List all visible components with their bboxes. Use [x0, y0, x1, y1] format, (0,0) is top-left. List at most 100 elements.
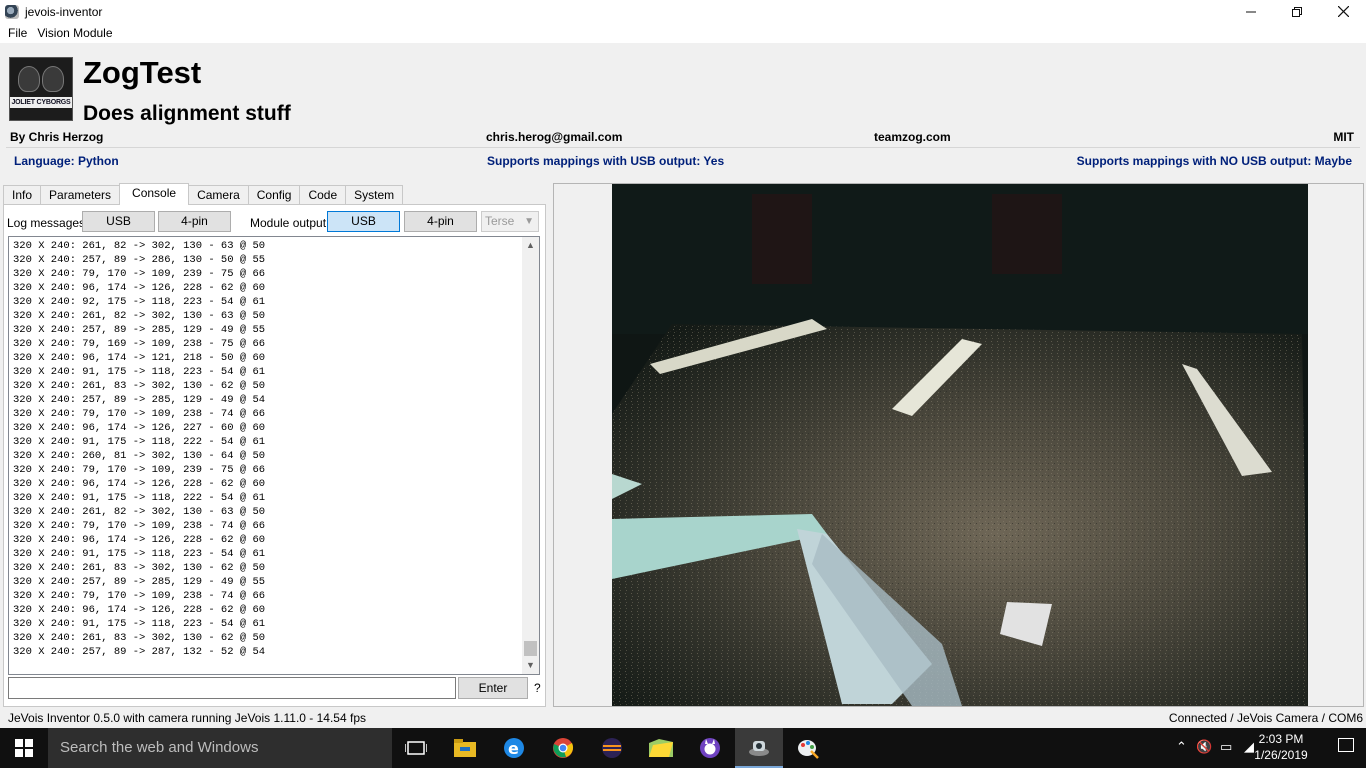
- log-line: 320 X 240: 79, 170 -> 109, 238 - 74 @ 66: [13, 408, 266, 420]
- menu-file[interactable]: File: [3, 26, 32, 40]
- log-line: 320 X 240: 261, 83 -> 302, 130 - 62 @ 50: [13, 562, 266, 574]
- log-line: 320 X 240: 96, 174 -> 126, 227 - 60 @ 60: [13, 422, 266, 434]
- search-box[interactable]: Search the web and Windows: [48, 728, 392, 768]
- tab-bar: Info Parameters Console Camera Config Co…: [3, 183, 404, 205]
- restore-button[interactable]: [1274, 0, 1320, 23]
- module-name: ZogTest: [83, 55, 202, 90]
- nousb-mappings-support: Supports mappings with NO USB output: Ma…: [1076, 154, 1352, 168]
- usb-mappings-support: Supports mappings with USB output: Yes: [487, 154, 725, 168]
- log-lines: 320 X 240: 261, 82 -> 302, 130 - 63 @ 50…: [13, 239, 521, 659]
- log-messages-label: Log messages:: [7, 216, 89, 230]
- close-icon: [1337, 6, 1349, 17]
- battery-icon[interactable]: ▭: [1220, 739, 1232, 755]
- tab-system[interactable]: System: [345, 185, 404, 205]
- log-line: 320 X 240: 96, 174 -> 126, 228 - 62 @ 60: [13, 282, 266, 294]
- github-desktop-icon[interactable]: [686, 728, 734, 768]
- log-line: 320 X 240: 79, 170 -> 109, 239 - 75 @ 66: [13, 464, 266, 476]
- module-logo: JOLIET CYBORGS: [9, 57, 73, 121]
- log-line: 320 X 240: 96, 174 -> 121, 218 - 50 @ 60: [13, 352, 266, 364]
- connection-status: Connected / JeVois Camera / COM6: [1168, 711, 1363, 725]
- module-author: By Chris Herzog: [10, 130, 104, 144]
- volume-muted-icon[interactable]: 🔇: [1196, 739, 1212, 755]
- log-usb-button[interactable]: USB: [82, 211, 155, 232]
- output-usb-button[interactable]: USB: [327, 211, 400, 232]
- clock-date: 1/26/2019: [1254, 748, 1308, 762]
- start-button[interactable]: [0, 728, 48, 768]
- camera-video[interactable]: [612, 184, 1308, 706]
- logo-text: JOLIET CYBORGS: [10, 97, 72, 108]
- enter-button[interactable]: Enter: [458, 677, 528, 699]
- module-header: JOLIET CYBORGS ZogTest Does alignment st…: [0, 43, 1366, 127]
- video-panel: [553, 183, 1364, 707]
- divider: [6, 147, 1360, 148]
- minimize-button[interactable]: [1228, 0, 1274, 23]
- notification-icon[interactable]: [1338, 738, 1354, 752]
- log-line: 320 X 240: 91, 175 -> 118, 223 - 54 @ 61: [13, 366, 266, 378]
- scroll-thumb[interactable]: [524, 641, 537, 656]
- tab-code[interactable]: Code: [299, 185, 347, 205]
- jevois-inventor-icon[interactable]: [735, 728, 783, 768]
- svg-text:e: e: [508, 739, 519, 758]
- module-support-row: Language: Python Supports mappings with …: [0, 152, 1366, 170]
- log-line: 320 X 240: 79, 169 -> 109, 238 - 75 @ 66: [13, 338, 266, 350]
- log-line: 320 X 240: 260, 81 -> 302, 130 - 64 @ 50: [13, 450, 266, 462]
- console-log[interactable]: 320 X 240: 261, 82 -> 302, 130 - 63 @ 50…: [8, 236, 540, 675]
- window-title: jevois-inventor: [25, 4, 103, 19]
- tab-info[interactable]: Info: [3, 185, 42, 205]
- system-tray: ⌃ 🔇 ▭ ◢ 2:03 PM 1/26/2019: [1146, 728, 1366, 768]
- task-view-icon[interactable]: [392, 728, 440, 768]
- jevois-app-icon: [5, 4, 19, 19]
- close-button[interactable]: [1320, 0, 1366, 23]
- log-line: 320 X 240: 91, 175 -> 118, 223 - 54 @ 61: [13, 618, 266, 630]
- module-website: teamzog.com: [874, 130, 951, 144]
- taskbar: Search the web and Windows e ⌃ 🔇 ▭ ◢ 2:0…: [0, 728, 1366, 768]
- log-line: 320 X 240: 96, 174 -> 126, 228 - 62 @ 60: [13, 534, 266, 546]
- module-email: chris.herog@gmail.com: [486, 130, 623, 144]
- tab-config[interactable]: Config: [247, 185, 301, 205]
- eclipse-icon[interactable]: [588, 728, 636, 768]
- log-line: 320 X 240: 96, 174 -> 126, 228 - 62 @ 60: [13, 604, 266, 616]
- log-line: 320 X 240: 92, 175 -> 118, 223 - 54 @ 61: [13, 296, 266, 308]
- log-line: 320 X 240: 91, 175 -> 118, 222 - 54 @ 61: [13, 492, 266, 504]
- status-bar: JeVois Inventor 0.5.0 with camera runnin…: [0, 708, 1366, 728]
- log-line: 320 X 240: 257, 89 -> 285, 129 - 49 @ 54: [13, 394, 266, 406]
- help-icon[interactable]: ?: [534, 681, 541, 695]
- output-4pin-button[interactable]: 4-pin: [404, 211, 477, 232]
- module-description: Does alignment stuff: [83, 102, 291, 125]
- scroll-up-icon[interactable]: ▲: [522, 237, 539, 254]
- module-language: Language: Python: [14, 154, 119, 168]
- module-license: MIT: [1333, 130, 1354, 144]
- file-explorer-icon[interactable]: [441, 728, 489, 768]
- log-4pin-button[interactable]: 4-pin: [158, 211, 231, 232]
- tab-console[interactable]: Console: [119, 183, 190, 205]
- scroll-down-icon[interactable]: ▼: [522, 657, 539, 674]
- log-line: 320 X 240: 257, 89 -> 285, 129 - 49 @ 55: [13, 576, 266, 588]
- verbosity-select[interactable]: Terse ▼: [481, 211, 539, 232]
- window-controls: [1228, 0, 1366, 23]
- module-output-label: Module output:: [250, 216, 330, 230]
- log-line: 320 X 240: 261, 82 -> 302, 130 - 63 @ 50: [13, 506, 266, 518]
- tab-camera[interactable]: Camera: [188, 185, 249, 205]
- clock[interactable]: 2:03 PM 1/26/2019: [1246, 731, 1316, 763]
- log-line: 320 X 240: 261, 82 -> 302, 130 - 63 @ 50: [13, 240, 266, 252]
- folder-app-icon[interactable]: [637, 728, 685, 768]
- module-meta-row: By Chris Herzog chris.herog@gmail.com te…: [0, 128, 1366, 146]
- camera-frame-image: [612, 184, 1308, 706]
- log-line: 320 X 240: 79, 170 -> 109, 238 - 74 @ 66: [13, 520, 266, 532]
- command-input[interactable]: [8, 677, 456, 699]
- status-left: JeVois Inventor 0.5.0 with camera runnin…: [8, 711, 366, 725]
- menu-bar: File Vision Module: [0, 23, 1366, 43]
- log-scrollbar[interactable]: ▲ ▼: [522, 237, 539, 674]
- chrome-icon[interactable]: [539, 728, 587, 768]
- log-line: 320 X 240: 79, 170 -> 109, 239 - 75 @ 66: [13, 268, 266, 280]
- menu-vision-module[interactable]: Vision Module: [32, 26, 117, 40]
- console-panel: Log messages: USB 4-pin Module output: U…: [3, 204, 546, 707]
- log-line: 320 X 240: 257, 89 -> 286, 130 - 50 @ 55: [13, 254, 266, 266]
- chevron-up-icon[interactable]: ⌃: [1176, 739, 1187, 755]
- log-line: 320 X 240: 79, 170 -> 109, 238 - 74 @ 66: [13, 590, 266, 602]
- log-line: 320 X 240: 261, 82 -> 302, 130 - 63 @ 50: [13, 310, 266, 322]
- log-line: 320 X 240: 91, 175 -> 118, 223 - 54 @ 61: [13, 548, 266, 560]
- tab-parameters[interactable]: Parameters: [40, 185, 121, 205]
- paint-icon[interactable]: [784, 728, 832, 768]
- edge-icon[interactable]: e: [490, 728, 538, 768]
